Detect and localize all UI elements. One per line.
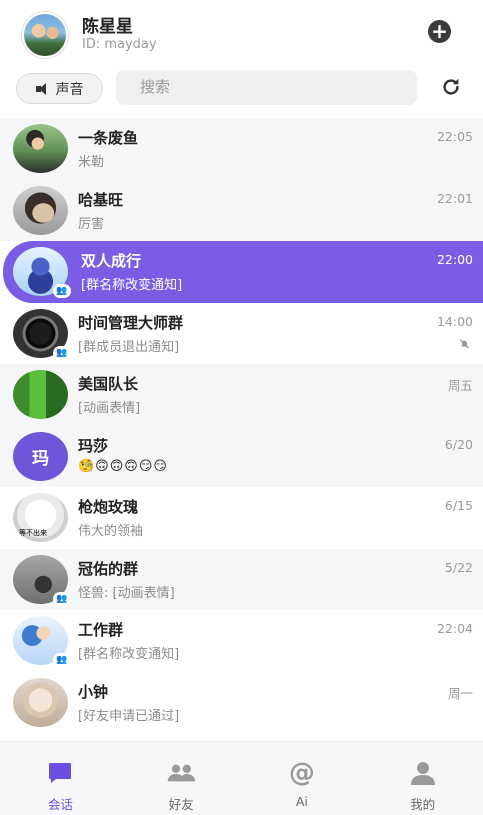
user-icon [408, 760, 438, 786]
chat-name: 美国队长 [78, 375, 139, 393]
avatar: 等不出来 [13, 493, 68, 542]
chat-preview: 🧐🙃🙃🙃😏😏 [78, 458, 168, 474]
chat-name: 枪炮玫瑰 [78, 498, 139, 516]
group-icon: 👥 [53, 653, 71, 667]
chat-bubble-icon [45, 760, 75, 786]
nav-label: 好友 [168, 797, 194, 812]
chat-list: 一条废鱼 米勒 22:05 哈基旺 厉害 22:01 👥 双人成行 [群名称改变… [0, 118, 483, 733]
chat-row[interactable]: 小钟 [好友申请已通过] 周一 [0, 671, 483, 733]
chat-time: 周五 [447, 378, 473, 393]
avatar: 玛 [13, 431, 68, 481]
friends-icon [166, 760, 196, 786]
chat-preview: [群成员退出通知] [78, 339, 180, 355]
chat-time: 14:00 [436, 313, 473, 329]
group-icon: 👥 [53, 284, 71, 298]
chat-row[interactable]: 👥 工作群 [群名称改变通知] 22:04 [0, 610, 483, 672]
refresh-icon[interactable] [440, 76, 462, 98]
at-sign-icon: @ [288, 758, 315, 788]
chat-preview: 厉害 [78, 216, 105, 232]
chat-time: 22:01 [436, 190, 473, 206]
group-icon: 👥 [53, 591, 71, 606]
plus-icon[interactable]: + [428, 20, 451, 43]
chat-name: 玛莎 [78, 436, 109, 455]
my-id: ID: mayday [82, 37, 157, 52]
avatar [13, 370, 68, 419]
sound-label: 声音 [55, 81, 84, 98]
avatar [13, 124, 68, 173]
chat-time: 6/20 [444, 436, 473, 452]
chat-preview: [群名称改变通知] [78, 647, 180, 662]
chat-time: 周一 [447, 685, 473, 701]
chat-row[interactable]: 哈基旺 厉害 22:01 [0, 179, 483, 241]
avatar [13, 185, 68, 235]
chat-preview: 怪兽: [动画表情] [78, 585, 175, 601]
nav-item-friends[interactable]: 好友 [121, 742, 242, 815]
nav-label: Ai [295, 794, 308, 809]
my-avatar[interactable] [22, 12, 68, 58]
nav-label: 会话 [47, 797, 73, 812]
chat-name: 一条废鱼 [78, 129, 139, 147]
search-input[interactable]: 搜索 [116, 70, 417, 105]
chat-name: 哈基旺 [78, 190, 124, 209]
nav-label: 我的 [410, 797, 436, 812]
profile-header: 陈星星 ID: mayday + [0, 0, 483, 62]
bottom-nav: 会话 好友 @ Ai 我的 [0, 741, 483, 815]
chat-preview: [好友申请已通过] [78, 708, 180, 724]
chat-time: 22:00 [436, 252, 473, 267]
chat-time: 5/22 [444, 559, 473, 575]
chat-name: 双人成行 [81, 252, 142, 270]
chat-time: 6/15 [444, 498, 473, 513]
chat-preview: [动画表情] [78, 401, 141, 416]
chat-row[interactable]: 👥 时间管理大师群 [群成员退出通知] 14:00 [0, 302, 483, 364]
chat-time: 22:05 [436, 129, 473, 144]
nav-item-ai[interactable]: @ Ai [242, 742, 363, 815]
chat-name: 冠佑的群 [78, 559, 139, 578]
my-name: 陈星星 [82, 17, 133, 37]
chat-name: 时间管理大师群 [78, 313, 184, 332]
avatar: 👥 [13, 308, 71, 360]
chat-name: 工作群 [78, 621, 124, 639]
avatar-caption: 等不出来 [19, 529, 47, 537]
chat-row[interactable]: 美国队长 [动画表情] 周五 [0, 364, 483, 426]
mute-bell-icon [459, 338, 470, 349]
sound-button[interactable]: 声音 [16, 73, 103, 104]
nav-item-chats[interactable]: 会话 [0, 742, 121, 815]
avatar: 👥 [13, 554, 71, 606]
chat-preview: 米勒 [78, 155, 105, 170]
avatar [13, 677, 68, 727]
chat-time: 22:04 [436, 621, 473, 636]
chat-preview: [群名称改变通知] [81, 278, 183, 293]
toolbar: 声音 搜索 [0, 62, 483, 118]
chat-name: 小钟 [78, 682, 109, 701]
avatar-letter: 玛 [13, 431, 68, 481]
group-icon: 👥 [53, 345, 71, 360]
chat-row[interactable]: 👥 冠佑的群 怪兽: [动画表情] 5/22 [0, 548, 483, 610]
speaker-icon [35, 82, 50, 96]
chat-row[interactable]: 玛 玛莎 🧐🙃🙃🙃😏😏 6/20 [0, 425, 483, 487]
chat-row[interactable]: 等不出来 枪炮玫瑰 伟大的领袖 6/15 [0, 487, 483, 549]
avatar: 👥 [13, 616, 71, 667]
chat-row[interactable]: 一条废鱼 米勒 22:05 [0, 118, 483, 180]
nav-item-me[interactable]: 我的 [362, 742, 483, 815]
chat-row-selected[interactable]: 👥 双人成行 [群名称改变通知] 22:00 [3, 241, 483, 303]
chat-preview: 伟大的领袖 [78, 524, 144, 539]
avatar: 👥 [13, 247, 71, 298]
